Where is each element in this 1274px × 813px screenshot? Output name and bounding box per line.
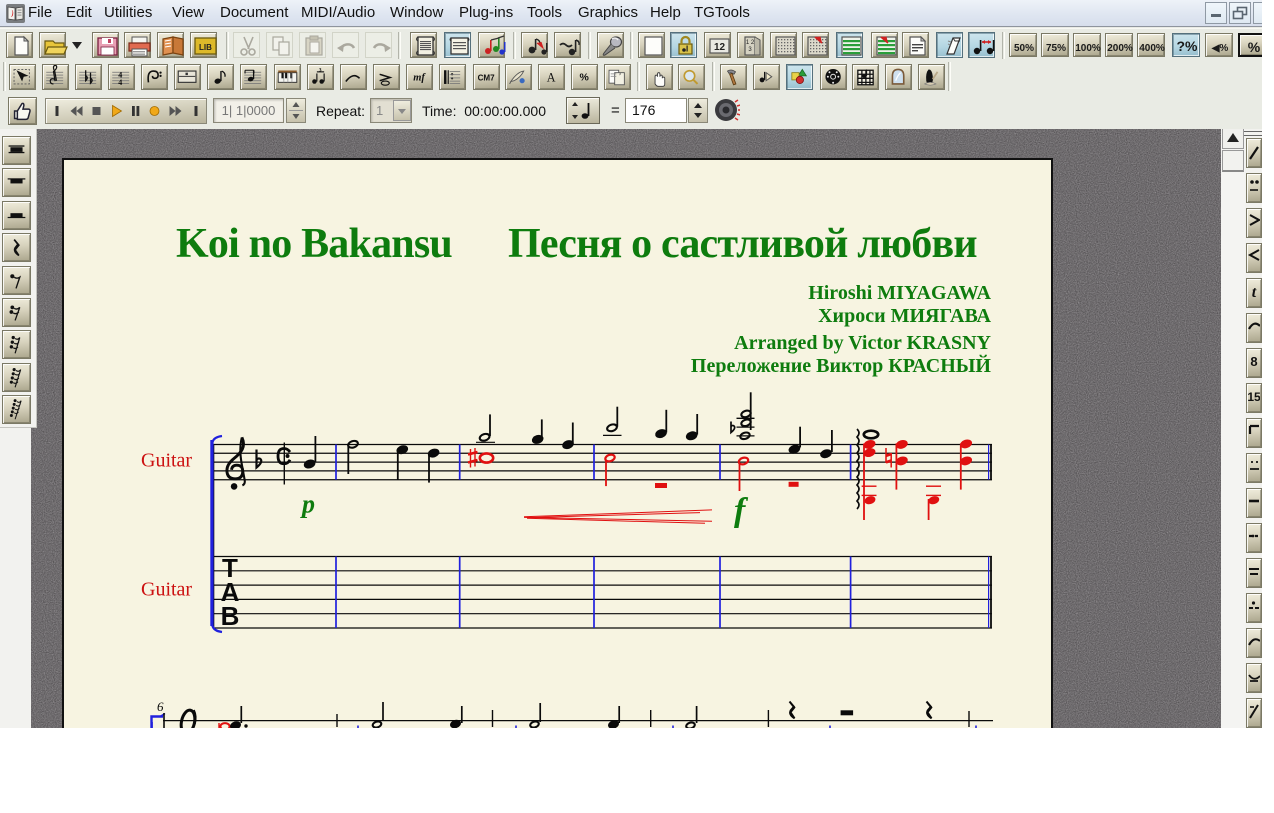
svg-text:◀%: ◀% xyxy=(1211,43,1229,54)
svg-text:Переложение Виктор КРАСНЫЙ: Переложение Виктор КРАСНЫЙ xyxy=(691,354,992,377)
svg-text:p: p xyxy=(300,490,315,519)
svg-text:100%: 100% xyxy=(1075,43,1101,54)
svg-text:3: 3 xyxy=(319,67,322,73)
svg-text:CM7: CM7 xyxy=(478,73,496,82)
svg-text:Koi no Bakansu: Koi no Bakansu xyxy=(176,221,452,267)
svg-text:50%: 50% xyxy=(1014,43,1034,54)
svg-text:Arranged by Victor KRASNY: Arranged by Victor KRASNY xyxy=(734,332,991,354)
svg-text:t: t xyxy=(1252,284,1257,301)
svg-text:200%: 200% xyxy=(1107,43,1133,54)
svg-text:LIB: LIB xyxy=(199,43,212,52)
svg-text:%: % xyxy=(1248,39,1261,55)
svg-text:4: 4 xyxy=(118,78,122,87)
svg-text:15: 15 xyxy=(1247,390,1260,404)
svg-text:Песня о састливой любви: Песня о састливой любви xyxy=(508,221,977,267)
svg-text:Хироси МИЯГАВА: Хироси МИЯГАВА xyxy=(818,305,991,327)
svg-text:8: 8 xyxy=(1250,354,1257,369)
svg-text:mf: mf xyxy=(413,73,426,84)
svg-text:Guitar: Guitar xyxy=(141,450,192,472)
svg-text:6: 6 xyxy=(157,699,164,714)
svg-text:75%: 75% xyxy=(1046,43,1066,54)
svg-text:B: B xyxy=(221,601,240,631)
svg-text:400%: 400% xyxy=(1139,43,1165,54)
svg-text:%: % xyxy=(579,73,589,84)
svg-text:Guitar: Guitar xyxy=(141,579,192,601)
svg-text:?%: ?% xyxy=(1177,38,1199,54)
svg-text:Hiroshi MIYAGAWA: Hiroshi MIYAGAWA xyxy=(808,282,991,304)
svg-text:f: f xyxy=(734,492,749,529)
svg-text:1 2: 1 2 xyxy=(746,40,755,46)
svg-text:12: 12 xyxy=(714,42,726,53)
svg-text:A: A xyxy=(547,71,556,85)
